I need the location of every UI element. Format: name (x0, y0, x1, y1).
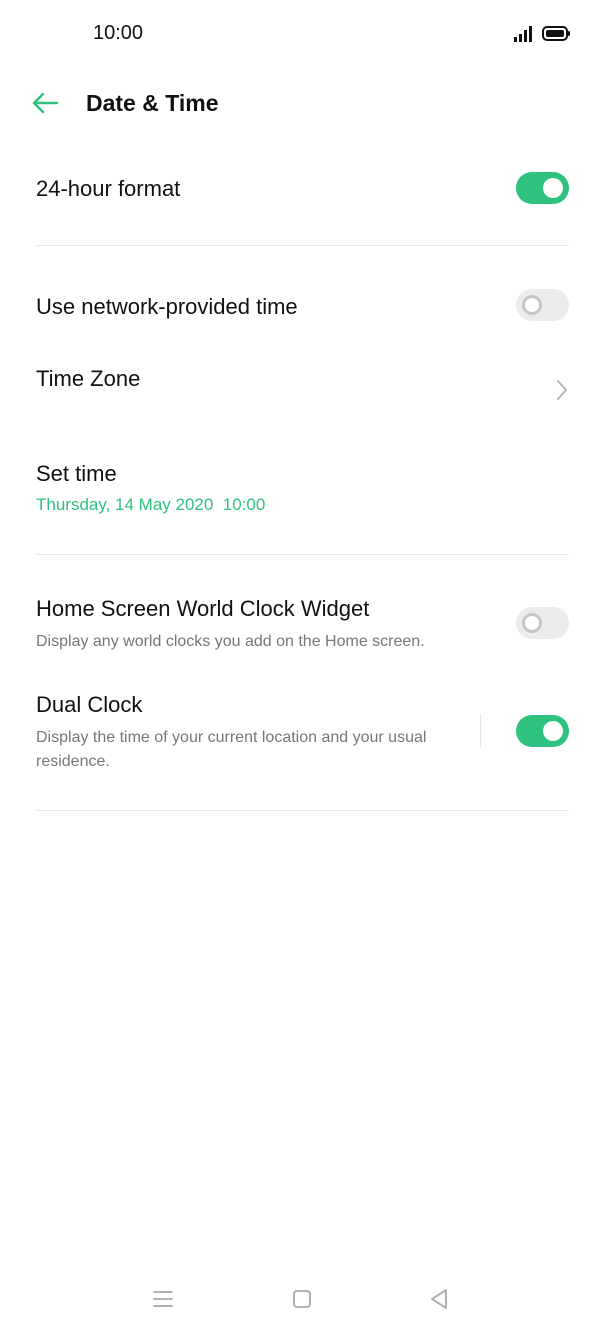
hour-format-toggle[interactable] (516, 172, 569, 204)
header: Date & Time (0, 78, 604, 130)
back-triangle-icon[interactable] (424, 1284, 454, 1314)
home-icon[interactable] (287, 1284, 317, 1314)
page-title: Date & Time (86, 90, 219, 116)
menu-icon[interactable] (148, 1284, 178, 1314)
toggle-knob (543, 178, 563, 198)
vertical-separator (480, 714, 481, 748)
back-arrow-icon[interactable] (30, 90, 60, 116)
setting-title: Dual Clock (36, 692, 143, 717)
navigation-bar (0, 1270, 604, 1330)
status-time: 10:00 (93, 22, 144, 44)
setting-description: Display any world clocks you add on the … (36, 633, 425, 650)
setting-title: 24-hour format (36, 176, 181, 201)
divider (36, 554, 569, 555)
dual-clock-toggle[interactable] (516, 715, 569, 747)
toggle-knob (522, 295, 542, 315)
setting-dual-clock[interactable]: Dual Clock Display the time of your curr… (0, 684, 604, 784)
toggle-knob (522, 613, 542, 633)
toggle-knob (543, 721, 563, 741)
setting-description: Display the time of your current locatio… (36, 729, 427, 770)
setting-24-hour-format[interactable]: 24-hour format (0, 160, 604, 220)
divider (36, 810, 569, 811)
setting-title: Home Screen World Clock Widget (36, 596, 370, 621)
divider (36, 245, 569, 246)
setting-network-time[interactable]: Use network-provided time (0, 278, 604, 336)
status-bar: 10:00 (0, 0, 604, 68)
chevron-right-icon (557, 380, 567, 400)
battery-icon (542, 26, 570, 41)
network-time-toggle[interactable] (516, 289, 569, 321)
setting-title: Use network-provided time (36, 294, 298, 319)
setting-title: Set time (36, 461, 117, 486)
setting-world-clock-widget[interactable]: Home Screen World Clock Widget Display a… (0, 580, 604, 660)
setting-time-zone[interactable]: Time Zone (0, 350, 604, 430)
signal-icon (514, 26, 532, 42)
set-time-value: Thursday, 14 May 2020 10:00 (36, 495, 266, 514)
setting-title: Time Zone (36, 366, 141, 391)
setting-set-time[interactable]: Set time Thursday, 14 May 2020 10:00 (0, 445, 604, 535)
world-clock-toggle[interactable] (516, 607, 569, 639)
